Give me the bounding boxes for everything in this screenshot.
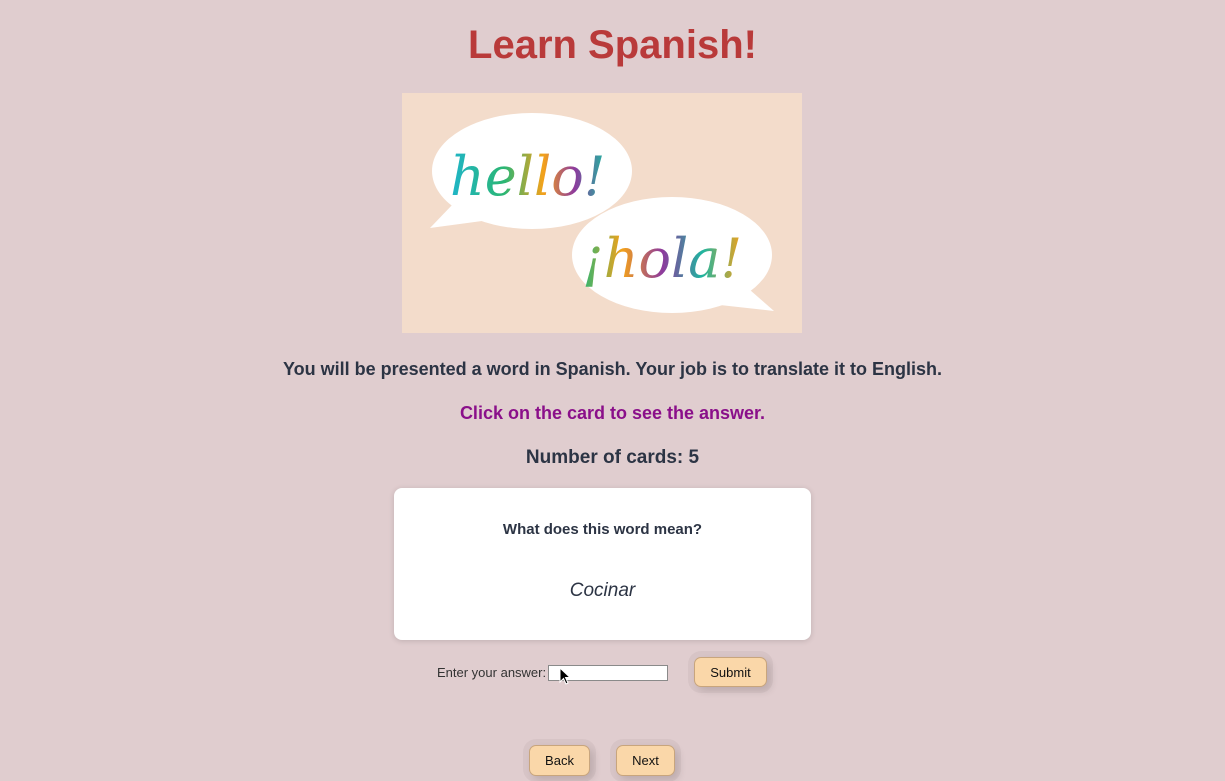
answer-form: Enter your answer: Submit bbox=[0, 657, 1225, 691]
answer-label: Enter your answer: bbox=[437, 665, 547, 680]
next-button[interactable]: Next bbox=[616, 745, 675, 776]
flashcard[interactable]: What does this word mean? Cocinar bbox=[394, 488, 811, 640]
page: Learn Spanish! hello! ¡hola! You will be… bbox=[0, 0, 1225, 781]
hello-text: hello! bbox=[450, 145, 606, 208]
hello-hola-illustration: hello! ¡hola! bbox=[402, 93, 802, 333]
submit-button[interactable]: Submit bbox=[694, 657, 767, 687]
instructions-text: You will be presented a word in Spanish.… bbox=[282, 359, 943, 379]
back-button[interactable]: Back bbox=[529, 745, 590, 776]
card-count: Number of cards: 5 bbox=[525, 447, 700, 468]
hola-text: ¡hola! bbox=[582, 227, 742, 290]
page-title: Learn Spanish! bbox=[468, 23, 757, 67]
mouse-cursor-icon bbox=[559, 667, 571, 685]
card-word: Cocinar bbox=[569, 580, 636, 601]
card-question: What does this word mean? bbox=[502, 521, 703, 538]
hint-text: Click on the card to see the answer. bbox=[459, 403, 766, 423]
